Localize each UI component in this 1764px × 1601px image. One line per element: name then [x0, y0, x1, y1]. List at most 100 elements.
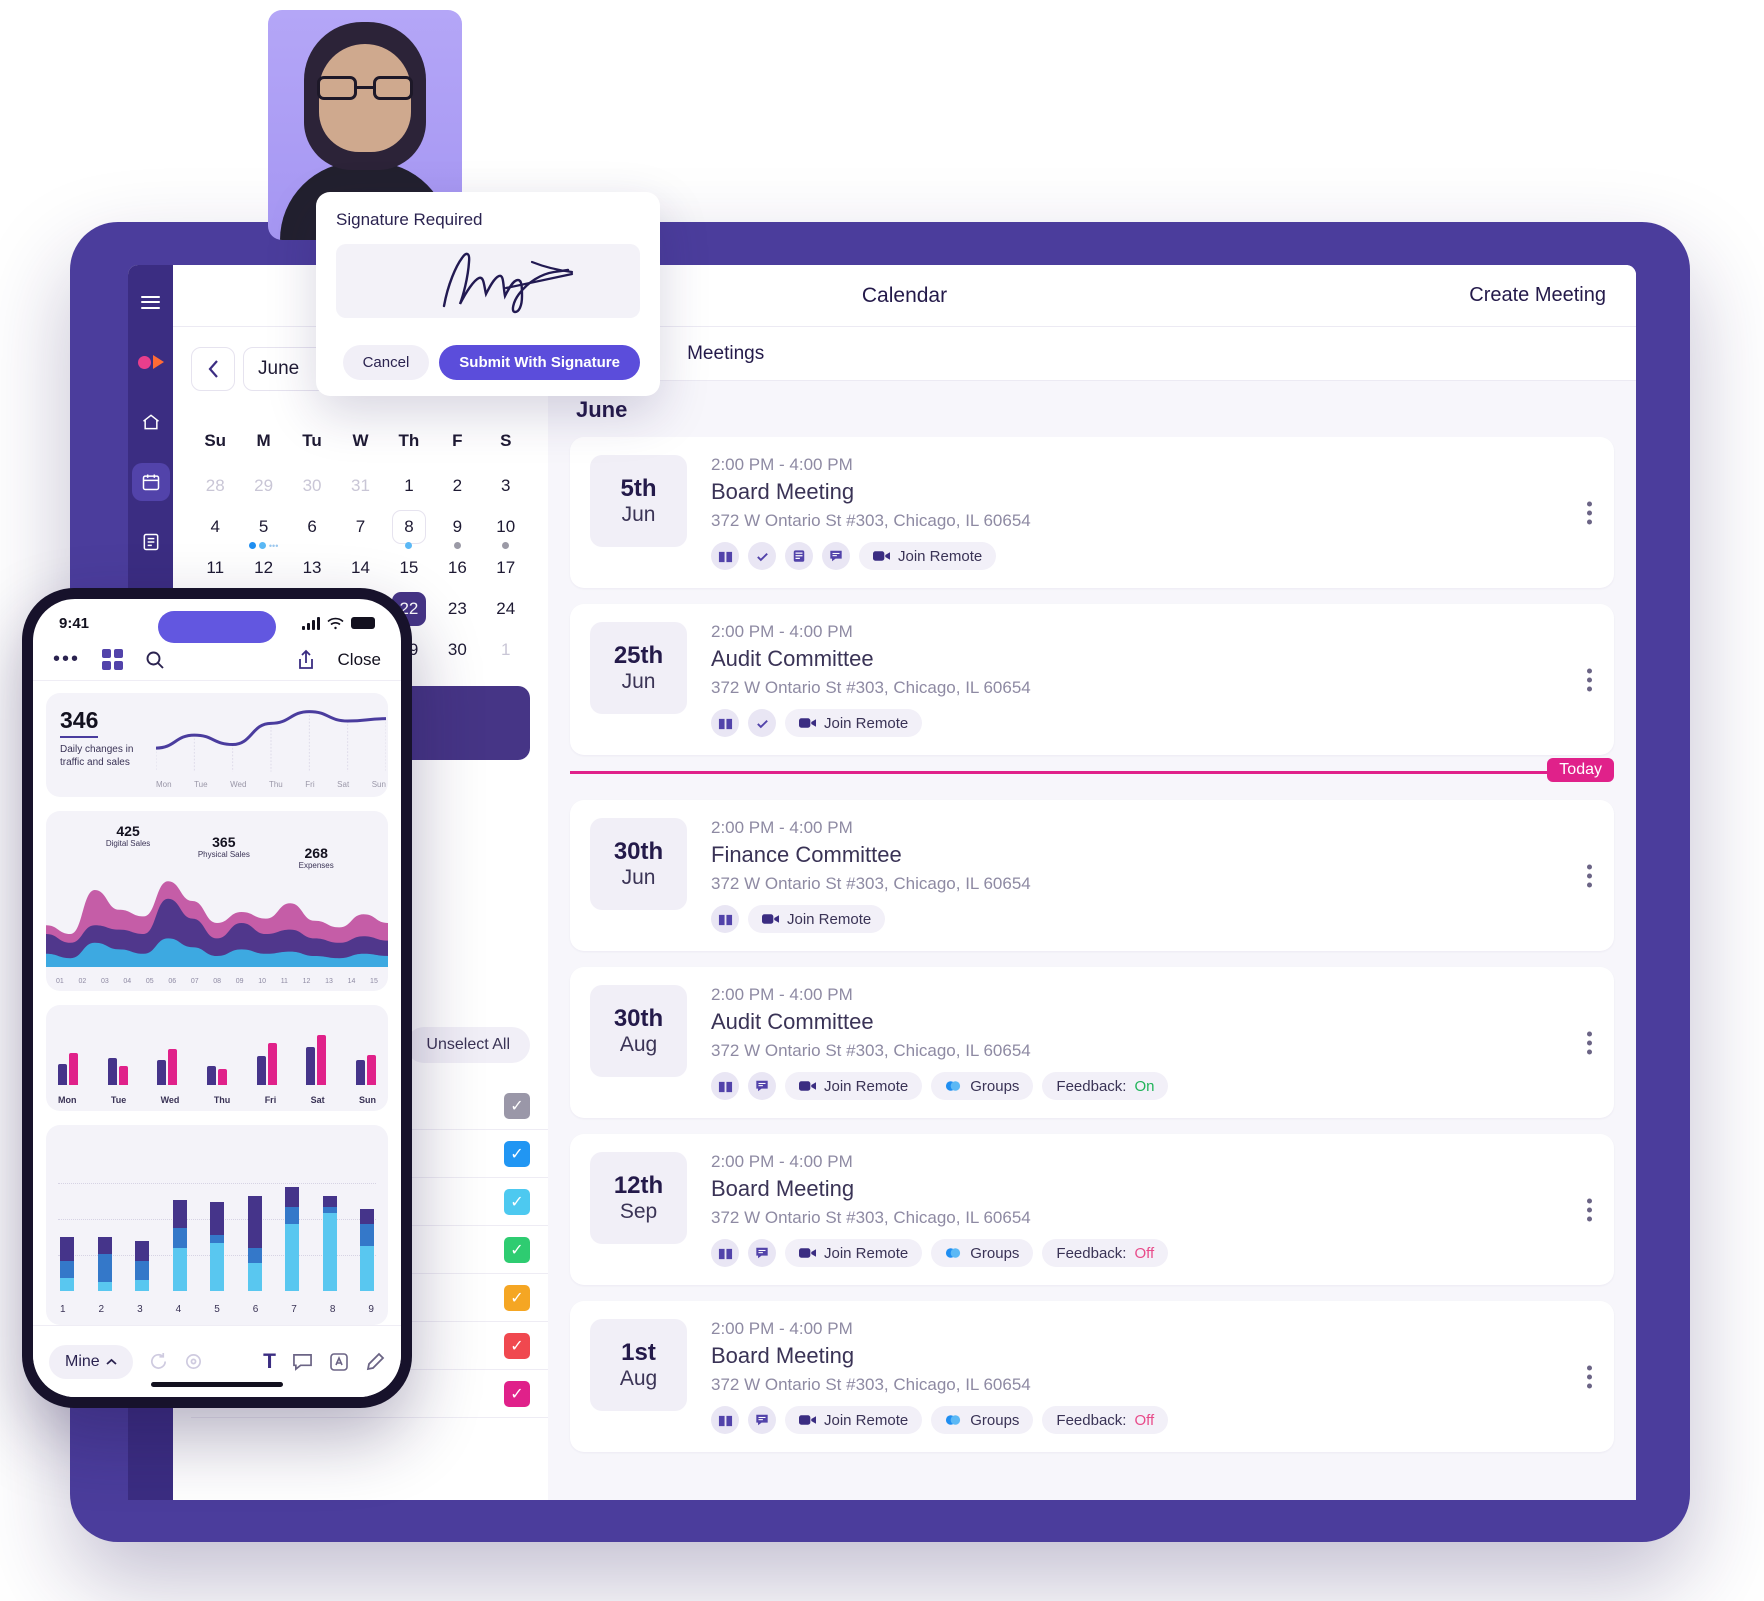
book-icon[interactable] — [711, 709, 739, 737]
refresh-icon[interactable] — [149, 1352, 168, 1371]
book-icon[interactable] — [711, 542, 739, 570]
book-icon[interactable] — [711, 1239, 739, 1267]
calendar-day[interactable]: 9 — [433, 506, 481, 549]
comment-icon[interactable] — [748, 1406, 776, 1434]
groups-button[interactable]: Groups — [931, 1072, 1034, 1100]
submit-with-signature-button[interactable]: Submit With Signature — [439, 345, 640, 380]
meeting-menu-icon[interactable] — [1587, 864, 1592, 887]
sidebar-item-calendar[interactable] — [131, 463, 170, 501]
create-meeting-button[interactable]: Create Meeting — [1469, 284, 1606, 307]
join-remote-button[interactable]: Join Remote — [785, 1239, 923, 1267]
prev-month-icon[interactable] — [191, 347, 235, 391]
groups-button[interactable]: Groups — [931, 1239, 1034, 1267]
meeting-address: 372 W Ontario St #303, Chicago, IL 60654 — [711, 1375, 1031, 1394]
calendar-day[interactable]: 15 — [385, 547, 433, 588]
book-icon[interactable] — [711, 905, 739, 933]
meeting-menu-icon[interactable] — [1587, 1198, 1592, 1221]
meeting-card[interactable]: 30th Aug 2:00 PM - 4:00 PM Audit Committ… — [570, 967, 1614, 1118]
check-icon[interactable] — [748, 709, 776, 737]
meeting-menu-icon[interactable] — [1587, 668, 1592, 691]
share-icon[interactable] — [296, 649, 316, 671]
calendar-day[interactable]: 14 — [336, 547, 384, 588]
mine-filter-button[interactable]: Mine — [49, 1344, 133, 1379]
join-remote-button[interactable]: Join Remote — [785, 1072, 923, 1100]
bar-segment — [306, 1046, 316, 1085]
meeting-menu-icon[interactable] — [1587, 1365, 1592, 1388]
row-checkbox[interactable]: ✓ — [504, 1332, 530, 1359]
text-tool-icon[interactable]: T — [263, 1350, 276, 1374]
calendar-day[interactable]: 30 — [433, 629, 481, 670]
bar-group — [355, 1055, 376, 1085]
row-checkbox[interactable]: ✓ — [504, 1140, 530, 1167]
row-checkbox[interactable]: ✓ — [504, 1188, 530, 1215]
calendar-day[interactable]: 13 — [288, 547, 336, 588]
weekday-label: Su — [204, 431, 227, 450]
sidebar-item-documents[interactable] — [132, 523, 170, 561]
book-icon[interactable] — [711, 1072, 739, 1100]
annotate-icon[interactable] — [329, 1352, 349, 1372]
calendar-day[interactable]: 24 — [482, 588, 530, 629]
meeting-card[interactable]: 5th Jun 2:00 PM - 4:00 PM Board Meeting … — [570, 437, 1614, 588]
row-checkbox[interactable]: ✓ — [504, 1284, 530, 1311]
calendar-day[interactable]: 6 — [288, 506, 336, 547]
calendar-day[interactable]: 1 — [482, 629, 530, 670]
signature-pad[interactable] — [336, 244, 640, 318]
comment-icon[interactable] — [748, 1072, 776, 1100]
meeting-card[interactable]: 1st Aug 2:00 PM - 4:00 PM Board Meeting … — [570, 1301, 1614, 1452]
feedback-badge[interactable]: Feedback: Off — [1042, 1406, 1169, 1434]
chart3-x-ticks: Mon Tue Wed Thu Fri Sat Sun — [58, 1095, 376, 1105]
book-icon[interactable] — [711, 1406, 739, 1434]
row-checkbox[interactable]: ✓ — [504, 1380, 530, 1407]
tab-meetings[interactable]: Meetings — [687, 343, 764, 365]
calendar-day[interactable]: 8 — [385, 506, 433, 549]
calendar-day[interactable]: 28 — [191, 465, 239, 506]
meeting-menu-icon[interactable] — [1587, 501, 1592, 524]
close-button[interactable]: Close — [338, 650, 381, 670]
calendar-day[interactable]: 12 — [239, 547, 287, 588]
comment-tool-icon[interactable] — [292, 1352, 313, 1371]
join-remote-button[interactable]: Join Remote — [748, 905, 886, 933]
calendar-day[interactable]: 31 — [336, 465, 384, 506]
check-icon[interactable] — [748, 542, 776, 570]
stacked-bar — [135, 1241, 149, 1291]
cancel-button[interactable]: Cancel — [342, 345, 430, 380]
hamburger-icon[interactable] — [132, 283, 170, 321]
unselect-all-button[interactable]: Unselect All — [406, 1027, 530, 1063]
calendar-day[interactable]: 5 ••• — [239, 506, 287, 550]
calendar-day[interactable]: 3 — [482, 465, 530, 506]
calendar-day[interactable]: 11 — [191, 547, 239, 588]
grid-icon[interactable] — [102, 649, 124, 670]
calendar-day[interactable]: 4 — [191, 506, 239, 547]
calendar-day[interactable]: 23 — [433, 588, 481, 629]
calendar-day[interactable]: 10 — [482, 506, 530, 549]
agenda-icon[interactable] — [785, 542, 813, 570]
calendar-day[interactable]: 17 — [482, 547, 530, 588]
row-checkbox[interactable]: ✓ — [504, 1092, 530, 1119]
calendar-day[interactable]: 1 — [385, 465, 433, 506]
calendar-day[interactable]: 29 — [239, 465, 287, 506]
feedback-badge[interactable]: Feedback: On — [1042, 1072, 1169, 1100]
search-icon[interactable] — [145, 650, 165, 670]
join-remote-button[interactable]: Join Remote — [785, 709, 923, 737]
sidebar-item-home[interactable] — [132, 403, 170, 441]
comment-icon[interactable] — [822, 542, 850, 570]
meeting-card[interactable]: 12th Sep 2:00 PM - 4:00 PM Board Meeting… — [570, 1134, 1614, 1285]
target-icon[interactable] — [184, 1352, 203, 1371]
calendar-day[interactable]: 7 — [336, 506, 384, 547]
meeting-menu-icon[interactable] — [1587, 1031, 1592, 1054]
calendar-day[interactable]: 2 — [433, 465, 481, 506]
join-remote-button[interactable]: Join Remote — [859, 542, 997, 570]
row-checkbox[interactable]: ✓ — [504, 1236, 530, 1263]
more-icon[interactable]: ••• — [53, 648, 80, 671]
pen-icon[interactable] — [365, 1352, 385, 1372]
meeting-card[interactable]: 25th Jun 2:00 PM - 4:00 PM Audit Committ… — [570, 604, 1614, 755]
join-remote-button[interactable]: Join Remote — [785, 1406, 923, 1434]
tick-label: Tue — [194, 780, 208, 789]
calendar-day[interactable]: 16 — [433, 547, 481, 588]
meeting-actions: Join Remote Groups Feedback: Off — [711, 1406, 1594, 1434]
comment-icon[interactable] — [748, 1239, 776, 1267]
groups-button[interactable]: Groups — [931, 1406, 1034, 1434]
calendar-day[interactable]: 30 — [288, 465, 336, 506]
feedback-badge[interactable]: Feedback: Off — [1042, 1239, 1169, 1267]
meeting-card[interactable]: 30th Jun 2:00 PM - 4:00 PM Finance Commi… — [570, 800, 1614, 951]
